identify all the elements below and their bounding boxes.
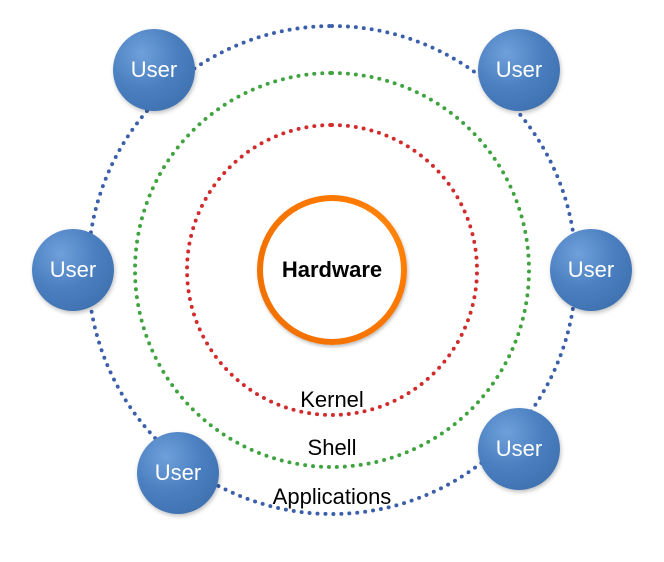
hardware-core-inner: Hardware [263,201,401,339]
hardware-core: Hardware [257,195,407,345]
user-label: User [568,257,614,283]
user-node: User [478,408,560,490]
hardware-label: Hardware [282,257,382,283]
user-label: User [496,436,542,462]
user-label: User [131,57,177,83]
user-node: User [137,432,219,514]
kernel-label: Kernel [300,387,364,413]
shell-label: Shell [308,435,357,461]
user-node: User [32,229,114,311]
user-node: User [550,229,632,311]
user-label: User [496,57,542,83]
user-node: User [478,29,560,111]
user-node: User [113,29,195,111]
os-layers-diagram: Hardware Kernel Shell Applications User … [0,0,664,562]
user-label: User [155,460,201,486]
applications-label: Applications [273,484,392,510]
user-label: User [50,257,96,283]
